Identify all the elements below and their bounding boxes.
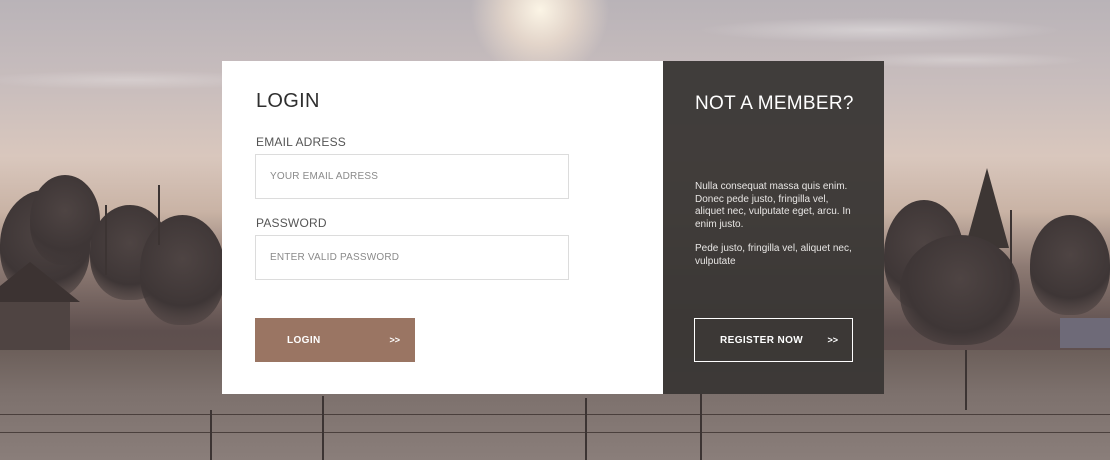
- fence-post: [210, 410, 212, 460]
- register-panel: NOT A MEMBER? Nulla consequat massa quis…: [663, 61, 884, 394]
- fence-post: [322, 396, 324, 460]
- login-button[interactable]: LOGIN >>: [255, 318, 415, 362]
- fence: [0, 432, 1110, 433]
- password-input[interactable]: [255, 235, 569, 280]
- register-description: Nulla consequat massa quis enim. Donec p…: [695, 181, 851, 230]
- power-pole: [1010, 210, 1012, 280]
- tree: [140, 215, 225, 325]
- register-button-label: REGISTER NOW: [720, 334, 804, 346]
- email-label: EMAIL ADRESS: [256, 135, 346, 149]
- fence-post: [965, 350, 967, 410]
- fence-post: [700, 394, 702, 460]
- double-chevron-right-icon: >>: [827, 335, 838, 345]
- login-button-label: LOGIN: [287, 334, 321, 346]
- email-input[interactable]: [255, 154, 569, 199]
- login-panel: LOGIN EMAIL ADRESS PASSWORD LOGIN >>: [222, 61, 663, 394]
- fence-post: [585, 398, 587, 460]
- tree: [1030, 215, 1110, 315]
- tree: [900, 235, 1020, 345]
- power-pole: [158, 185, 160, 245]
- shed-roof: [0, 262, 80, 302]
- fence: [0, 414, 1110, 415]
- double-chevron-right-icon: >>: [389, 335, 400, 345]
- register-title: NOT A MEMBER?: [695, 93, 854, 114]
- register-now-button[interactable]: REGISTER NOW >>: [694, 318, 853, 362]
- register-description-2: Pede justo, fringilla vel, aliquet nec, …: [695, 243, 852, 267]
- password-label: PASSWORD: [256, 216, 327, 230]
- login-title: LOGIN: [256, 90, 320, 112]
- house: [1060, 318, 1110, 348]
- power-pole: [105, 205, 107, 275]
